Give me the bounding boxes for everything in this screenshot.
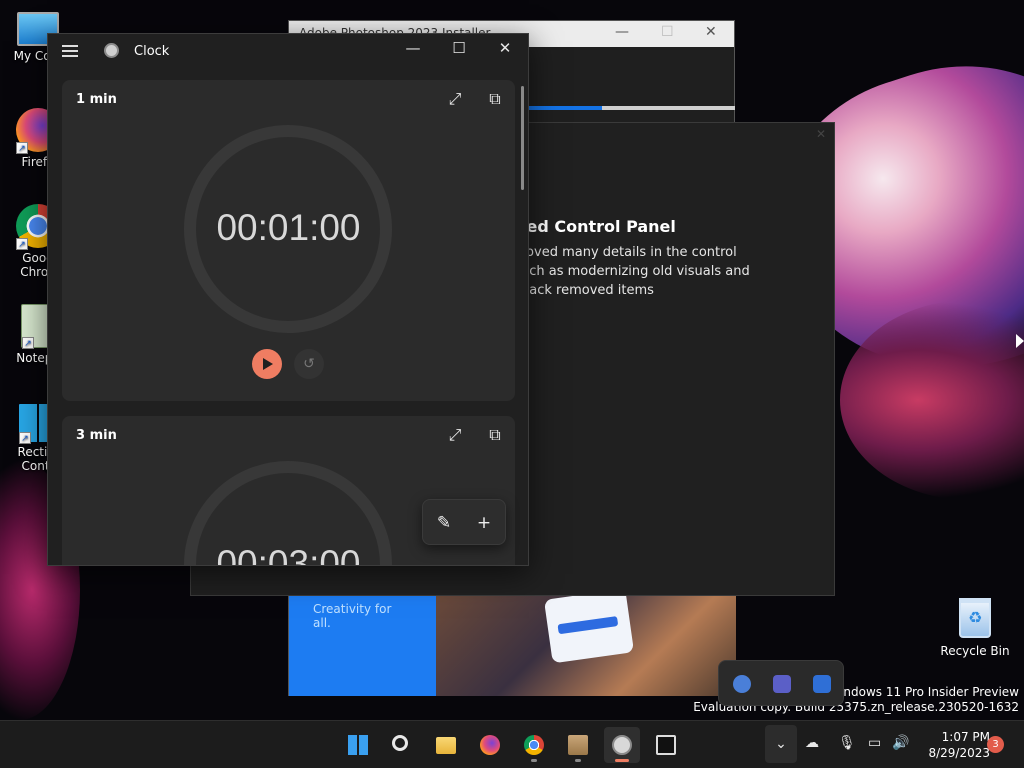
chrome-icon: [524, 735, 544, 755]
keep-on-top-icon[interactable]: ⧉: [484, 425, 506, 447]
shortcut-arrow-icon: ↗: [16, 238, 28, 250]
installer-photo: [436, 596, 736, 696]
installer-maximize-button[interactable]: ☐: [661, 24, 674, 40]
card-description: roved many details in the control uch as…: [521, 245, 750, 298]
installer-progress-fill: [527, 106, 602, 110]
reset-icon: ↺: [303, 356, 315, 372]
installer-close-button[interactable]: ✕: [705, 24, 717, 40]
maximize-button[interactable]: ☐: [444, 39, 474, 61]
taskbar-clock[interactable]: [604, 727, 640, 763]
firefox-icon: [480, 735, 500, 755]
taskbar-clock-readout[interactable]: 1:07 PM 8/29/2023: [916, 729, 990, 761]
expand-icon[interactable]: ⤢: [444, 425, 466, 447]
expand-icon[interactable]: ⤢: [444, 89, 466, 111]
windows-logo-icon: [348, 735, 368, 755]
play-button[interactable]: [252, 349, 282, 379]
search-button[interactable]: [384, 727, 420, 763]
notification-badge[interactable]: 3: [987, 736, 1004, 753]
installer-progress-bar: [527, 106, 735, 110]
shortcut-arrow-icon: ↗: [22, 337, 34, 349]
taskbar-firefox[interactable]: [472, 727, 508, 763]
taskbar-time: 1:07 PM: [941, 730, 990, 744]
scrollbar[interactable]: [521, 86, 524, 190]
active-indicator: [615, 759, 629, 762]
phone-screen-bar: [557, 616, 619, 635]
recycle-bin-icon: [959, 598, 991, 638]
reset-button[interactable]: ↺: [294, 349, 324, 379]
clock-window[interactable]: Clock — ☐ ✕ 1 min ⤢ ⧉ 00:01:00 ↺ 3 min ⤢…: [47, 33, 529, 566]
timer-time: 00:03:00: [216, 543, 361, 566]
taskbar-package[interactable]: [560, 727, 596, 763]
timer-name: 3 min: [76, 428, 117, 443]
running-indicator: [575, 759, 581, 762]
start-button[interactable]: [340, 727, 376, 763]
security-shield-icon[interactable]: [813, 675, 831, 693]
timer-time: 00:01:00: [216, 207, 361, 248]
desktop-icon-recycle-bin[interactable]: Recycle Bin: [940, 598, 1010, 658]
clock-titlebar[interactable]: Clock — ☐ ✕: [48, 34, 528, 68]
timer-card[interactable]: 1 min ⤢ ⧉ 00:01:00 ↺: [62, 80, 515, 401]
shortcut-arrow-icon: ↗: [19, 432, 31, 444]
close-button[interactable]: ✕: [490, 39, 520, 61]
mouse-cursor-icon: [1016, 334, 1024, 348]
add-timer-button[interactable]: +: [471, 510, 497, 536]
hamburger-menu-icon[interactable]: [62, 42, 82, 60]
microphone-icon[interactable]: 🎙: [838, 735, 856, 751]
minimize-button[interactable]: —: [398, 39, 428, 61]
search-icon: [392, 735, 408, 751]
taskbar-adobe[interactable]: [648, 727, 684, 763]
installer-banner-text: Creativity for all.: [313, 602, 392, 630]
timer-toolbar: ✎ +: [422, 499, 506, 545]
adobe-icon: [656, 735, 676, 755]
clock-app-icon: [104, 43, 119, 58]
keep-on-top-icon[interactable]: ⧉: [484, 89, 506, 111]
shortcut-arrow-icon: ↗: [16, 142, 28, 154]
package-icon: [568, 735, 588, 755]
onedrive-icon[interactable]: [733, 675, 751, 693]
timer-name: 1 min: [76, 92, 117, 107]
teams-icon[interactable]: [773, 675, 791, 693]
tray-overflow-popup: [718, 660, 844, 706]
installer-banner: Creativity for all.: [289, 596, 436, 696]
taskbar-file-explorer[interactable]: [428, 727, 464, 763]
network-icon[interactable]: ▭: [868, 735, 881, 751]
folder-icon: [436, 737, 456, 754]
card-title: ied Control Panel: [521, 217, 676, 236]
onedrive-offline-icon[interactable]: ☁: [805, 735, 819, 751]
clock-app-icon: [612, 735, 632, 755]
volume-icon[interactable]: 🔊: [892, 735, 909, 751]
installer-minimize-button[interactable]: —: [615, 24, 629, 40]
edit-icon[interactable]: ✎: [431, 510, 457, 536]
taskbar: ⌄ ☁ 🎙 ▭ 🔊 1:07 PM 8/29/2023 3: [0, 720, 1024, 768]
running-indicator: [531, 759, 537, 762]
tray-overflow-chevron-icon[interactable]: ⌄: [765, 725, 797, 763]
taskbar-chrome[interactable]: [516, 727, 552, 763]
window-title: Clock: [134, 44, 170, 59]
card-close-icon[interactable]: ✕: [816, 127, 826, 141]
taskbar-date: 8/29/2023: [928, 746, 990, 760]
phone-image: [543, 596, 635, 664]
desktop-icon-label: Recycle Bin: [940, 644, 1010, 658]
